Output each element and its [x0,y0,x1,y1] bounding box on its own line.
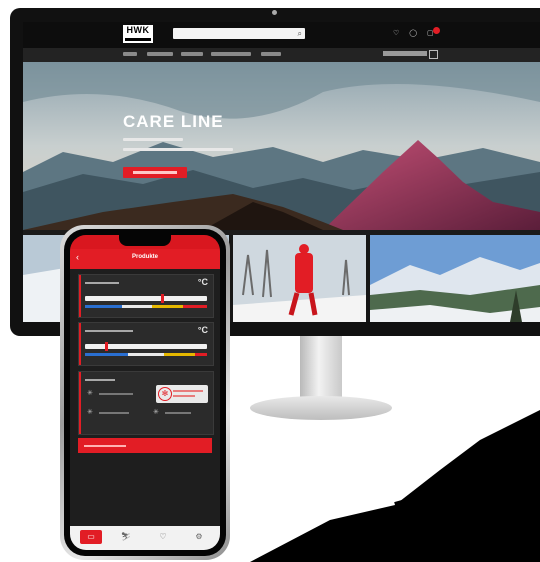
monitor-base [250,396,392,420]
hero-cta-label [133,171,177,174]
option-icon[interactable]: ✳ [87,389,93,397]
hero-cta-button[interactable] [123,167,187,178]
band-neutral [127,353,165,356]
air-temperature-bands [85,353,207,356]
cart-badge[interactable] [433,27,440,34]
search-input[interactable]: ⌕ [173,28,305,39]
band-hot [194,353,207,356]
air-temperature-unit: °C [197,325,208,335]
recommended-product-badge[interactable]: ✻ [156,385,208,403]
hero-title: CARE LINE [123,112,224,131]
card-accent [79,275,81,317]
band-neutral [121,305,153,308]
band-warm [164,353,195,356]
band-cold [85,353,128,356]
skier-icon[interactable]: ⛷ [115,530,137,544]
screen-title: Produkte [131,254,158,260]
app-bar: ‹ Produkte [70,249,220,269]
air-temperature-knob[interactable] [104,342,108,351]
show-products-button[interactable] [78,438,212,453]
band-hot [182,305,207,308]
nav-item[interactable] [181,52,203,56]
snow-temperature-label [85,282,119,284]
option-text [99,393,133,395]
header-icons[interactable]: ♡ ◯ ▢ [393,29,438,37]
monitor-stand [300,336,342,398]
card-accent [79,323,81,365]
band-warm [152,305,183,308]
snow-temperature-knob[interactable] [160,294,164,303]
nav-item[interactable] [123,52,137,56]
search-icon[interactable]: ⌕ [298,28,302,39]
hero-mountain-image [23,62,540,230]
tab-bar: ▭ ⛷ ♡ ⚙ [70,526,220,550]
phone-notch [119,235,171,246]
recommended-product-name [173,390,203,392]
webcam-dot [272,10,277,15]
app-screen: ‹ Produkte °C °C ✳ ✳ ✳ ✻ ▭ ⛷ ♡ ⚙ [70,235,220,550]
show-products-label [84,445,126,447]
hero-banner: CARE LINE [23,62,540,230]
recommendation-card: ✳ ✳ ✳ ✻ [78,371,214,435]
snow-temperature-bands [85,305,207,308]
option-text [99,412,129,414]
tile-alpine-valley[interactable] [370,235,540,322]
settings-icon[interactable]: ⚙ [188,530,210,544]
favorite-icon[interactable]: ♡ [152,530,174,544]
option-icon[interactable]: ✳ [87,408,93,416]
nav-item[interactable] [211,52,251,56]
snow-temperature-slider[interactable] [85,294,207,303]
option-icon[interactable]: ✳ [153,408,159,416]
air-temperature-card: °C [78,322,214,366]
recommendation-icon: ✻ [158,387,172,401]
card-accent [79,372,81,434]
nav-item[interactable] [147,52,173,56]
snow-temperature-unit: °C [197,277,208,287]
nav-right-icon[interactable] [429,50,438,59]
hero-tagline [123,148,233,151]
nav-item-right[interactable] [383,51,427,56]
brand-logo-tagline [125,38,151,41]
air-temperature-label [85,330,133,332]
hero-subtitle [123,138,183,141]
tile-skier[interactable] [233,235,366,322]
recommendation-label [85,379,115,381]
recommended-product-detail [173,395,195,397]
air-temperature-slider[interactable] [85,342,207,351]
snow-temperature-card: °C [78,274,214,318]
products-icon[interactable]: ▭ [80,530,102,544]
band-cold [85,305,122,308]
option-text [165,412,191,414]
site-header: HWK ⌕ ♡ ◯ ▢ [23,22,540,48]
main-navigation [23,48,540,63]
nav-item[interactable] [261,52,281,56]
